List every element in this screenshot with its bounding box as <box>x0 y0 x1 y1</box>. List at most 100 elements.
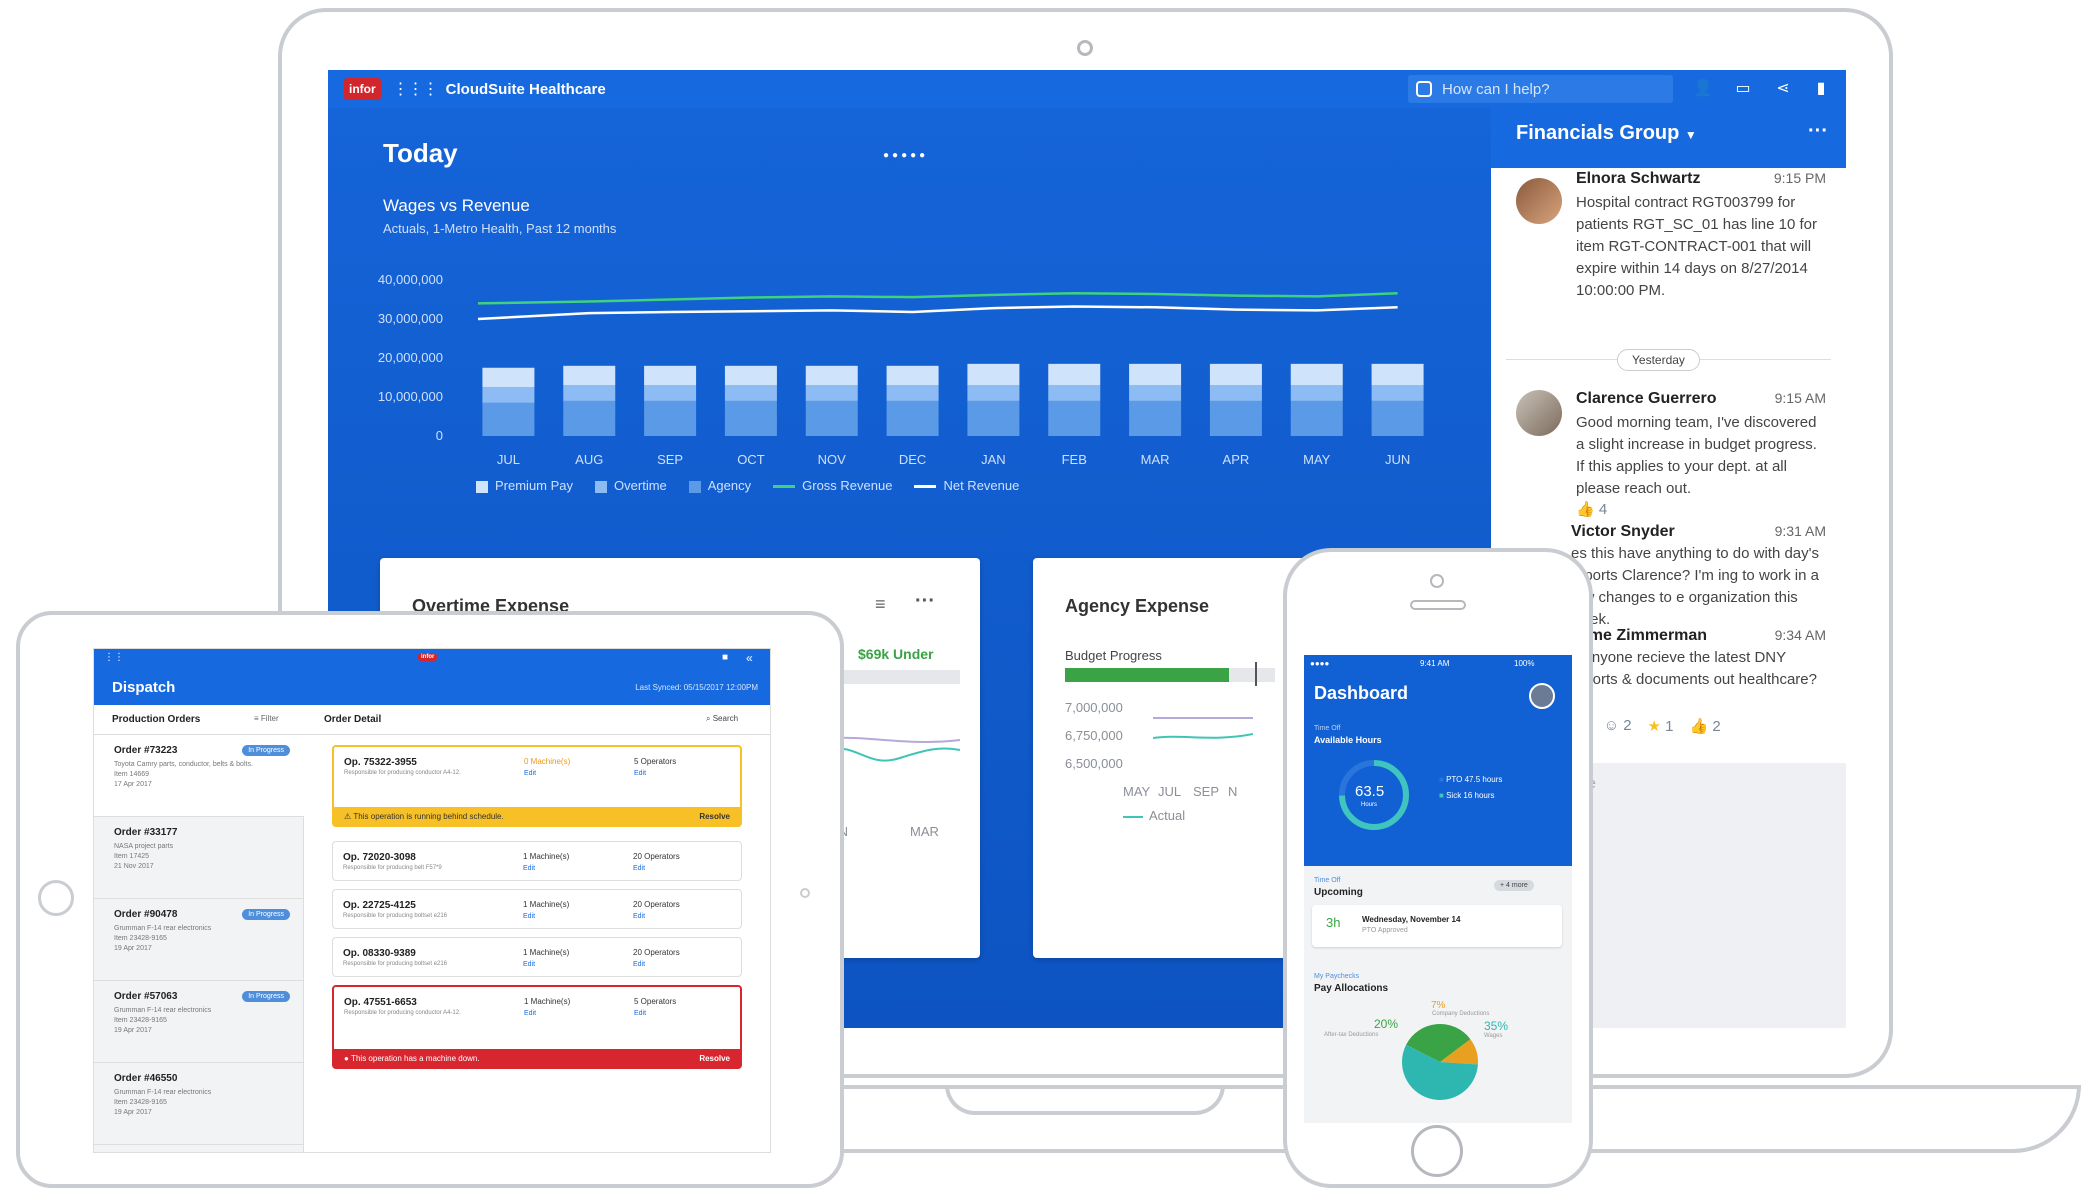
list-title: Production Orders <box>112 714 201 725</box>
bar-agency <box>886 400 939 436</box>
filter-icon[interactable]: ≡ <box>875 594 886 615</box>
bar-overtime <box>886 385 939 401</box>
warning-icon: ⚠ <box>344 811 352 821</box>
window-icon[interactable]: ■ <box>722 652 728 663</box>
operation-card[interactable]: Op. 72020-3098 Responsible for producing… <box>332 841 742 881</box>
bar-agency <box>1129 400 1182 436</box>
status-badge: In Progress <box>242 745 290 756</box>
bar-overtime <box>805 385 858 401</box>
order-item[interactable]: Order #73223 In Progress Toyota Camry pa… <box>94 735 304 817</box>
financials-header: Financials Group ▼ ··· <box>1491 108 1846 168</box>
help-search-input[interactable]: How can I help? <box>1408 75 1673 103</box>
bar-overtime <box>1129 385 1182 401</box>
order-item[interactable]: Order #90478 In Progress Grumman F-14 re… <box>94 899 304 981</box>
y-tick-label: 10,000,000 <box>378 389 443 404</box>
bar-agency <box>1371 400 1424 436</box>
bar-premium-pay <box>644 365 697 386</box>
bookmark-icon[interactable]: ▮ <box>1811 78 1831 98</box>
page-dots[interactable]: ●●●●● <box>883 150 928 161</box>
message-time: 9:31 AM <box>1774 523 1826 539</box>
phone-home-button[interactable] <box>1411 1125 1463 1177</box>
bar-premium-pay <box>1290 363 1343 386</box>
chat-icon[interactable]: ▭ <box>1733 78 1753 98</box>
last-synced: Last Synced: 05/15/2017 12:00PM <box>635 683 758 692</box>
agency-mini-chart <box>1153 717 1253 739</box>
operation-card[interactable]: Op. 08330-9389 Responsible for producing… <box>332 937 742 977</box>
bar-premium-pay <box>1209 363 1262 386</box>
bar-premium-pay <box>563 365 616 386</box>
collapse-icon[interactable]: « <box>746 651 753 665</box>
x-tick-label: FEB <box>1062 452 1087 467</box>
chart-subtitle: Actuals, 1-Metro Health, Past 12 months <box>383 221 617 236</box>
message-time: 9:34 AM <box>1774 627 1826 643</box>
page-title: Today <box>383 138 458 168</box>
y-tick-label: 0 <box>436 428 443 443</box>
bar-premium-pay <box>1371 363 1424 386</box>
tablet-header: Dispatch Last Synced: 05/15/2017 12:00PM <box>94 671 770 705</box>
progress-track <box>835 670 960 684</box>
x-tick-label: JAN <box>981 452 1006 467</box>
pay-allocation-pie <box>1402 1024 1478 1100</box>
financials-group-dropdown[interactable]: Financials Group ▼ <box>1516 122 1697 145</box>
battery: 100% <box>1514 659 1535 668</box>
error-icon: ● <box>344 1053 349 1063</box>
order-item[interactable]: Order #46550 Grumman F-14 rear electroni… <box>94 1063 304 1145</box>
share-icon[interactable]: ⋖ <box>1773 78 1793 98</box>
user-icon[interactable]: 👤 <box>1693 78 1713 98</box>
search-icon: ⌕ <box>706 714 711 723</box>
app-topbar: infor ⋮⋮⋮ CloudSuite Healthcare How can … <box>328 70 1846 108</box>
tablet-camera <box>800 888 810 898</box>
detail-title: Order Detail <box>324 714 382 725</box>
tablet-home-button[interactable] <box>38 880 74 916</box>
operation-card[interactable]: Op. 47551-6653 Responsible for producing… <box>332 985 742 1069</box>
avatar[interactable] <box>1529 683 1555 709</box>
thumbs-up-icon: 👍 <box>1689 718 1709 735</box>
reactions[interactable]: ! 1 ☺ 2 ★ 1 👍 2 <box>1571 717 1721 735</box>
upcoming-event-card[interactable]: 3h Wednesday, November 14 PTO Approved <box>1312 905 1562 947</box>
wages-revenue-chart: 40,000,000 30,000,000 20,000,000 10,000,000… <box>378 272 1424 467</box>
resolve-button[interactable]: Resolve <box>699 1054 730 1063</box>
bar-premium-pay <box>1048 363 1101 386</box>
message-item: Clarence Guerrero 9:15 AM Good morning t… <box>1516 390 1836 520</box>
likes[interactable]: 👍 4 <box>1576 500 1607 518</box>
edit-link: Edit <box>634 1010 647 1017</box>
resolve-button[interactable]: Resolve <box>699 812 730 821</box>
grid-icon[interactable]: ⋮⋮ <box>104 652 124 663</box>
bar-overtime <box>967 385 1020 401</box>
more-icon[interactable]: ··· <box>915 590 935 613</box>
bar-overtime <box>1048 385 1101 401</box>
operation-card[interactable]: Op. 75322-3955 Responsible for producing… <box>332 745 742 827</box>
bar-premium-pay <box>967 363 1020 386</box>
operation-card[interactable]: Op. 22725-4125 Responsible for producing… <box>332 889 742 929</box>
status-time: 9:41 AM <box>1420 659 1450 668</box>
pie-label: Company Deductions <box>1432 1011 1490 1017</box>
phone-dashboard-header: ●●●● 9:41 AM 100% Dashboard Time Off Ava… <box>1304 655 1572 866</box>
more-icon[interactable]: ··· <box>1808 120 1828 143</box>
message-time: 9:15 AM <box>1774 390 1826 406</box>
message-time: 9:15 PM <box>1773 170 1826 186</box>
search-button[interactable]: ⌕ Search <box>706 714 738 724</box>
hours-unit: Hours <box>1361 802 1378 808</box>
bar-overtime <box>644 385 697 401</box>
order-item[interactable]: Order #57063 In Progress Grumman F-14 re… <box>94 981 304 1063</box>
laptop-notch <box>945 1085 1225 1115</box>
budget-label: Budget Progress <box>1065 648 1162 663</box>
phone-camera <box>1430 574 1444 588</box>
bar-agency <box>1290 400 1343 436</box>
order-item[interactable]: Order #33177 NASA project parts Item 1742… <box>94 817 304 899</box>
message-author: Elnora Schwartz <box>1576 170 1701 187</box>
under-label: $69k Under <box>858 646 934 662</box>
message-body: d anyone recieve the latest DNY reports … <box>1571 649 1817 688</box>
status-badge: In Progress <box>242 991 290 1002</box>
overtime-mini-chart <box>830 736 961 762</box>
x-label: N <box>1228 784 1238 799</box>
more-badge[interactable]: + 4 more <box>1494 880 1534 891</box>
filter-button[interactable]: ≡ Filter <box>254 714 279 723</box>
message-body: Hospital contract RGT003799 for patients… <box>1576 194 1817 299</box>
grid-icon[interactable]: ⋮⋮⋮ <box>393 79 439 99</box>
tablet-screen: ⋮⋮ infor ■ « Dispatch Last Synced: 05/15… <box>93 648 771 1153</box>
edit-link: Edit <box>523 961 536 968</box>
bar-agency <box>967 400 1020 436</box>
chat-bubble-icon <box>1416 81 1432 97</box>
edit-link: Edit <box>633 961 646 968</box>
